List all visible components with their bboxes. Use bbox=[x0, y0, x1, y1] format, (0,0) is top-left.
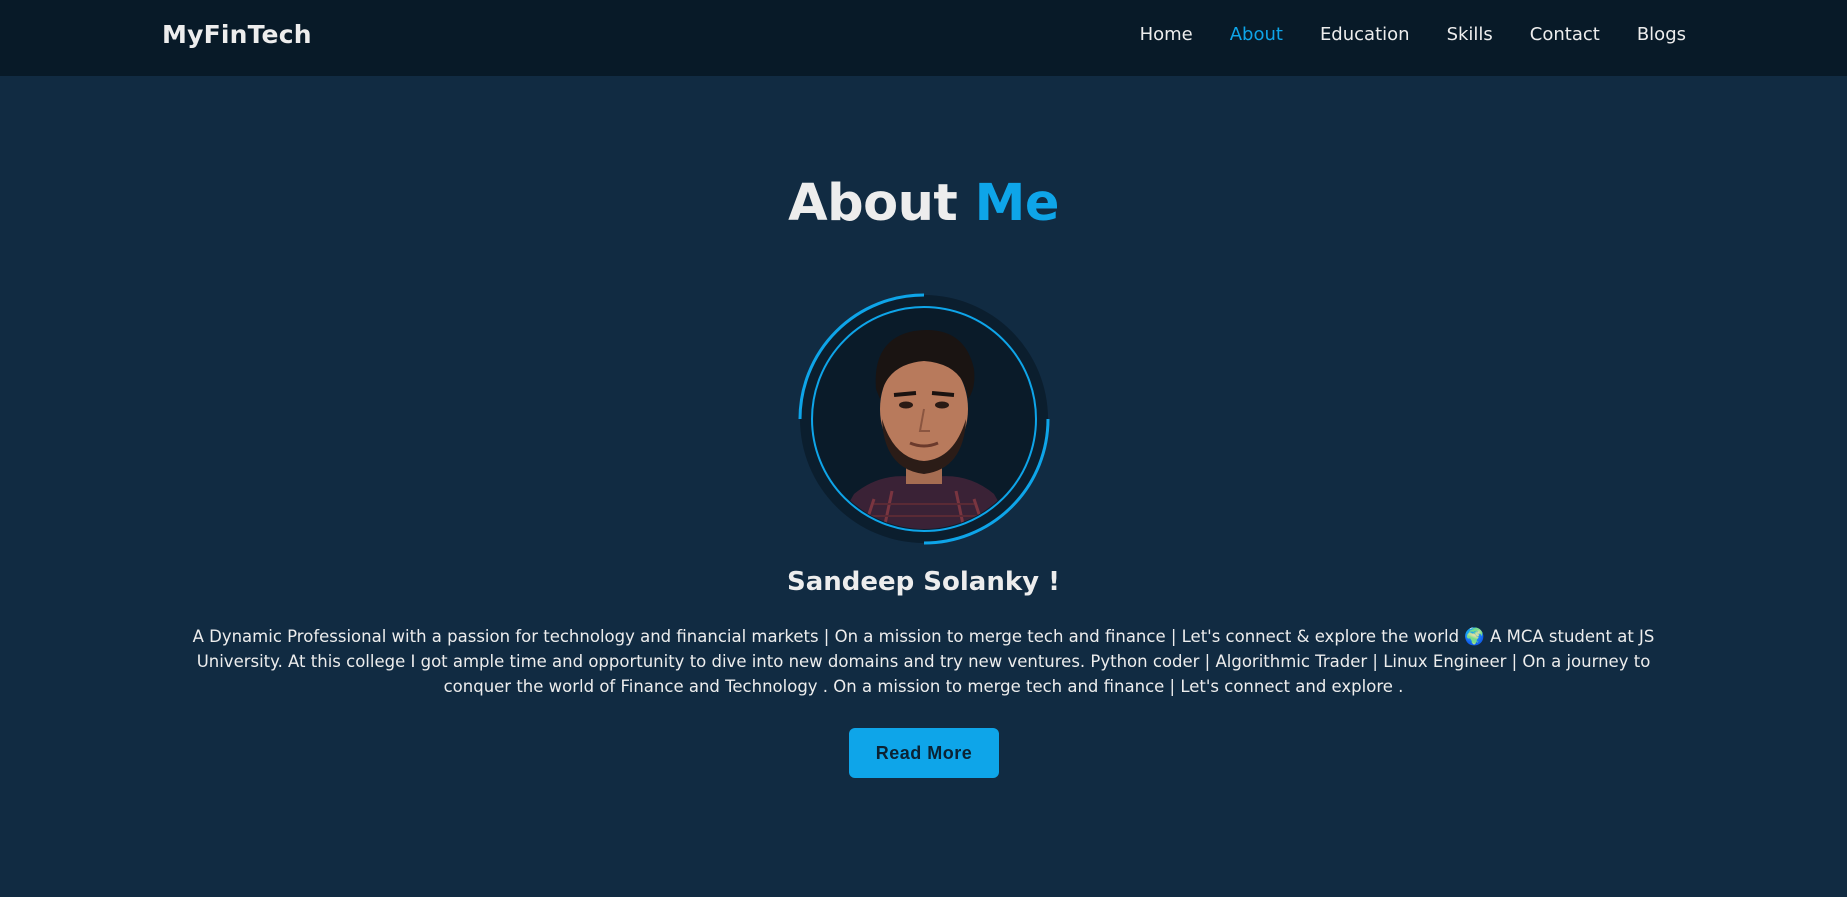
person-portrait-image bbox=[814, 309, 1034, 529]
profile-photo bbox=[814, 309, 1034, 529]
nav-link-education[interactable]: Education bbox=[1320, 24, 1410, 45]
nav-link-blogs[interactable]: Blogs bbox=[1637, 24, 1686, 45]
nav-link-about[interactable]: About bbox=[1230, 24, 1283, 45]
read-more-button[interactable]: Read More bbox=[849, 728, 999, 778]
nav-link-skills[interactable]: Skills bbox=[1447, 24, 1493, 45]
site-logo[interactable]: MyFinTech bbox=[162, 20, 312, 49]
section-title: About Me bbox=[0, 174, 1847, 233]
section-title-accent: Me bbox=[974, 174, 1060, 233]
nav-link-contact[interactable]: Contact bbox=[1530, 24, 1600, 45]
site-header: MyFinTech Home About Education Skills Co… bbox=[0, 0, 1847, 76]
profile-bio: A Dynamic Professional with a passion fo… bbox=[192, 627, 1655, 696]
section-title-main: About bbox=[788, 174, 958, 233]
profile-name: Sandeep Solanky ! bbox=[786, 567, 1061, 597]
nav-link-home[interactable]: Home bbox=[1140, 24, 1193, 45]
profile-avatar bbox=[798, 293, 1050, 545]
main-nav: Home About Education Skills Contact Blog… bbox=[1103, 24, 1686, 45]
